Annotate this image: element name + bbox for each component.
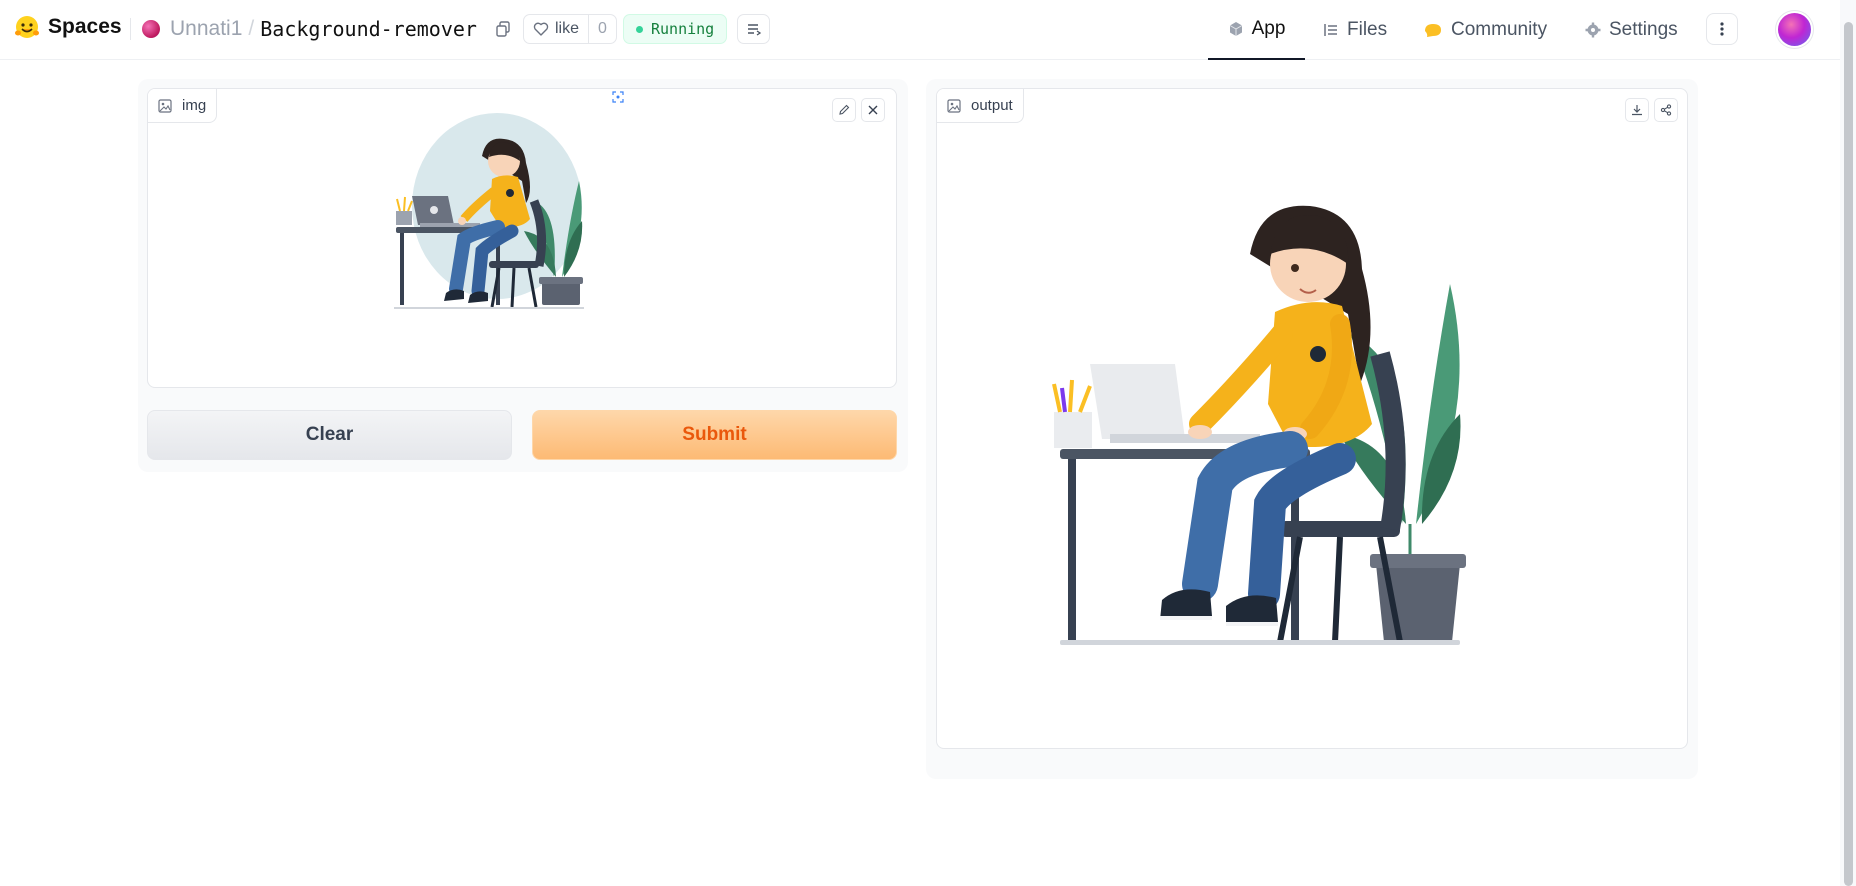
footer-fragment [860,880,1060,886]
clear-button[interactable]: Clear [147,410,512,460]
repo-link[interactable]: Background-remover [260,17,477,41]
tab-app-label: App [1251,18,1286,39]
download-icon [1632,105,1642,116]
input-image-preview [394,113,584,309]
status-dot-icon [636,25,643,33]
input-label: img [182,97,207,114]
tab-settings-label: Settings [1609,19,1678,40]
more-options-button[interactable] [1706,13,1738,45]
gear-icon [1585,22,1601,38]
tab-community[interactable]: Community [1423,0,1547,60]
owner-avatar [142,20,160,38]
crop-indicator[interactable] [611,90,625,104]
scrollbar-thumb[interactable] [1844,22,1853,886]
heart-icon [533,22,549,36]
tab-app[interactable]: App [1208,0,1305,60]
close-icon [868,105,878,115]
submit-button[interactable]: Submit [532,410,897,460]
edit-image-button[interactable] [832,98,856,122]
output-image-label-tag: output [937,89,1024,123]
breadcrumb-separator: / [248,17,255,40]
input-image-label-tag: img [148,89,218,123]
remove-image-button[interactable] [861,98,885,122]
like-group: like 0 [523,14,617,44]
page-scrollbar[interactable] [1840,0,1856,886]
spaces-home-link[interactable]: Spaces [14,14,122,40]
crop-focus-icon [612,91,624,103]
output-image-preview [1052,205,1466,645]
image-icon [158,98,172,113]
logs-button[interactable] [737,14,770,44]
tab-settings[interactable]: Settings [1585,0,1678,60]
cube-icon [1229,22,1242,36]
pencil-icon [839,104,850,115]
status-badge[interactable]: Running [623,14,728,44]
files-icon [1324,24,1337,36]
output-image-box: output [936,88,1688,749]
copy-repo-name-button[interactable] [494,20,512,38]
tab-files[interactable]: Files [1323,0,1387,60]
output-label: output [971,97,1013,114]
like-count[interactable]: 0 [588,15,616,43]
community-icon [1425,24,1441,37]
user-avatar[interactable] [1778,13,1811,46]
status-text: Running [651,20,715,38]
input-image-box[interactable]: img [147,88,897,388]
hugging-face-logo-icon [15,16,39,38]
top-bar: Spaces Unnati1 / Background-remover like… [0,0,1856,60]
breadcrumb: Unnati1 / Background-remover [142,17,477,41]
download-button[interactable] [1625,98,1649,122]
tab-community-label: Community [1451,19,1548,40]
owner-link[interactable]: Unnati1 [170,17,242,41]
brand-name: Spaces [48,15,122,38]
tab-files-label: Files [1347,19,1388,40]
copy-icon [496,21,510,37]
header-divider [130,18,131,40]
share-icon [1660,104,1672,116]
logs-icon [747,24,761,36]
kebab-icon [1720,22,1724,36]
like-label: like [555,20,580,37]
share-button[interactable] [1654,98,1678,122]
like-button[interactable]: like [524,15,588,43]
image-icon [947,98,961,113]
